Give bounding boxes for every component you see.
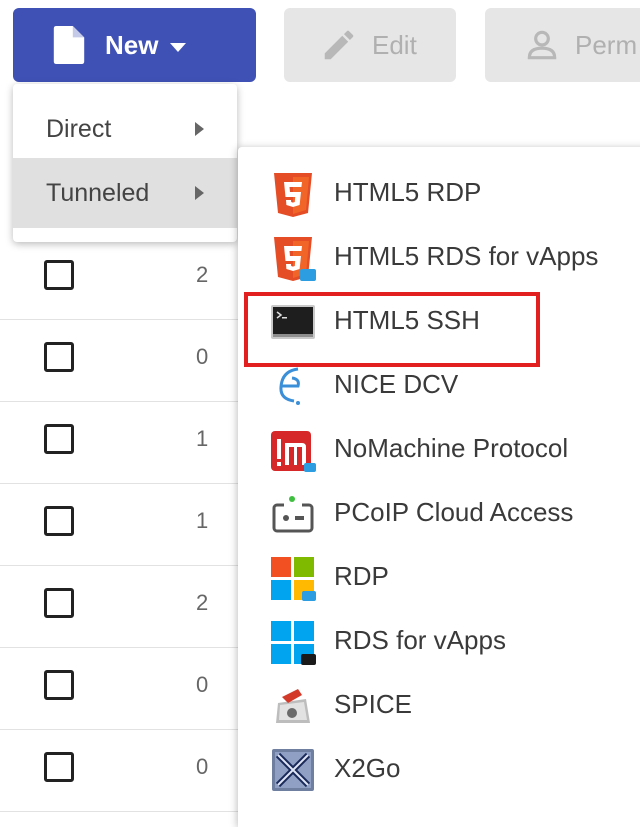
submenu-item-x2go[interactable]: X2Go (238, 737, 640, 801)
submenu-item-rds-vapps[interactable]: RDS for vApps (238, 609, 640, 673)
table-row: 0 (0, 730, 240, 812)
table-row: 1 (0, 484, 240, 566)
submenu-item-html5-rds-vapps[interactable]: HTML5 RDS for vApps (238, 225, 640, 289)
caret-down-icon (170, 42, 187, 52)
x2go-icon (272, 749, 314, 791)
row-count: 0 (196, 344, 209, 369)
permissions-button[interactable]: Perm (485, 8, 640, 82)
table-row: 1 (0, 402, 240, 484)
highlight-box (244, 292, 540, 367)
spice-icon (276, 689, 310, 723)
submenu-item-label: NoMachine Protocol (334, 433, 569, 463)
person-icon (527, 30, 557, 60)
submenu-item-html5-rdp[interactable]: HTML5 RDP (238, 161, 640, 225)
edit-button-label: Edit (372, 29, 417, 60)
row-checkbox[interactable] (44, 260, 74, 290)
table-row: 2 (0, 566, 240, 648)
submenu-item-pcoip[interactable]: PCoIP Cloud Access (238, 481, 640, 545)
nomachine-icon (271, 431, 316, 472)
row-checkbox[interactable] (44, 670, 74, 700)
submenu-item-nomachine[interactable]: NoMachine Protocol (238, 417, 640, 481)
new-button-label: New (105, 29, 159, 60)
menu-item-tunneled[interactable]: Tunneled (13, 158, 237, 228)
menu-item-label: Tunneled (46, 178, 150, 207)
row-checkbox[interactable] (44, 424, 74, 454)
submenu-item-label: RDP (334, 561, 389, 591)
submenu-item-rdp[interactable]: RDP (238, 545, 640, 609)
row-checkbox[interactable] (44, 342, 74, 372)
windows-icon (271, 557, 316, 601)
submenu-item-label: HTML5 RDP (334, 177, 482, 207)
pcoip-icon (272, 496, 314, 533)
row-count: 2 (196, 262, 209, 287)
windows-vapps-icon (271, 621, 316, 665)
table-row: 2 (0, 238, 240, 320)
row-count: 2 (196, 590, 209, 615)
menu-item-direct[interactable]: Direct (13, 94, 237, 164)
html5-icon (274, 173, 312, 217)
row-count: 0 (196, 754, 209, 779)
document-icon (53, 26, 85, 64)
html5-vapps-icon (274, 237, 316, 281)
new-dropdown-menu: Direct Tunneled (13, 84, 237, 242)
menu-item-label: Direct (46, 114, 112, 143)
submenu-item-label: PCoIP Cloud Access (334, 497, 574, 527)
table-row: 0 (0, 648, 240, 730)
pencil-icon (324, 30, 354, 60)
new-button[interactable]: New (13, 8, 256, 82)
row-checkbox[interactable] (44, 506, 74, 536)
tunneled-submenu: HTML5 RDP HTML5 RDS for vApps HTML5 SSH … (238, 147, 640, 827)
submenu-item-label: HTML5 RDS for vApps (334, 241, 599, 271)
row-count: 0 (196, 672, 209, 697)
submenu-item-label: RDS for vApps (334, 625, 506, 655)
row-checkbox[interactable] (44, 752, 74, 782)
permissions-button-label: Perm (575, 29, 638, 60)
submenu-item-label: SPICE (334, 689, 413, 719)
nice-dcv-icon (279, 367, 300, 405)
submenu-item-label: X2Go (334, 753, 401, 783)
chevron-right-icon (195, 186, 204, 200)
edit-button[interactable]: Edit (284, 8, 456, 82)
submenu-item-spice[interactable]: SPICE (238, 673, 640, 737)
row-count: 1 (196, 426, 209, 451)
row-checkbox[interactable] (44, 588, 74, 618)
submenu-item-label: NICE DCV (334, 369, 459, 399)
row-count: 1 (196, 508, 209, 533)
chevron-right-icon (195, 122, 204, 136)
table-row: 0 (0, 320, 240, 402)
